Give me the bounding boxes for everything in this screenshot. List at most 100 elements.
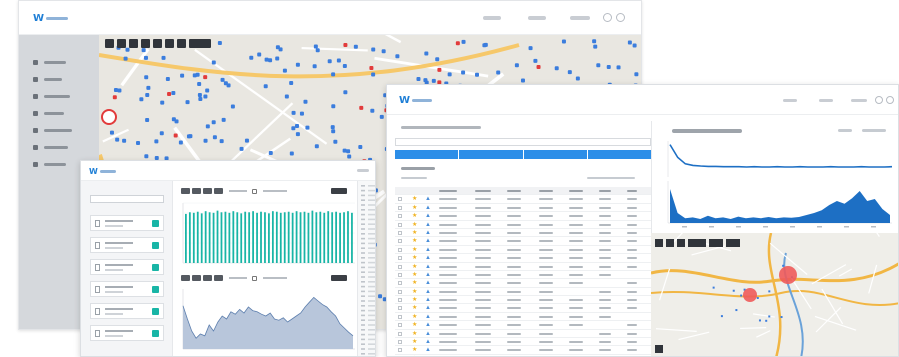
device-card[interactable] — [90, 303, 164, 319]
table-row[interactable]: ★▲ — [395, 288, 651, 297]
row-checkbox[interactable] — [398, 239, 402, 244]
range-button[interactable] — [192, 275, 201, 281]
table-row[interactable]: ★▲ — [395, 204, 651, 213]
map-tool-button[interactable] — [677, 239, 685, 247]
sidebar-item[interactable] — [33, 94, 70, 99]
pagination[interactable] — [587, 177, 635, 179]
column-header[interactable] — [507, 190, 521, 192]
row-checkbox[interactable] — [398, 264, 402, 269]
sidebar-item[interactable] — [33, 60, 66, 65]
star-icon[interactable]: ★ — [412, 289, 417, 295]
panel-action[interactable] — [838, 129, 852, 132]
star-icon[interactable]: ★ — [412, 222, 417, 228]
row-checkbox[interactable] — [398, 222, 402, 227]
row-checkbox[interactable] — [398, 323, 402, 328]
star-icon[interactable]: ★ — [412, 264, 417, 270]
row-checkbox[interactable] — [398, 214, 402, 219]
map-tool-button[interactable] — [177, 39, 186, 48]
nav-link[interactable] — [357, 169, 369, 172]
panel-action[interactable] — [862, 129, 886, 132]
row-checkbox[interactable] — [398, 230, 402, 235]
table-row[interactable]: ★▲ — [395, 229, 651, 238]
tab[interactable] — [587, 150, 651, 159]
row-checkbox[interactable] — [398, 314, 402, 319]
search-input[interactable] — [90, 195, 164, 203]
region-map[interactable] — [650, 208, 898, 356]
brand-logo[interactable]: W — [33, 13, 69, 24]
row-checkbox[interactable] — [398, 331, 402, 336]
star-icon[interactable]: ★ — [412, 280, 417, 286]
zoom-button[interactable] — [655, 345, 663, 353]
nav-link[interactable] — [851, 99, 867, 102]
profile-icon[interactable] — [616, 13, 625, 22]
apply-button[interactable] — [331, 188, 347, 194]
filter-input[interactable] — [395, 138, 651, 146]
star-icon[interactable]: ★ — [412, 339, 417, 345]
sidebar-item[interactable] — [33, 111, 64, 116]
row-checkbox[interactable] — [398, 272, 402, 277]
star-icon[interactable]: ★ — [412, 322, 417, 328]
row-checkbox[interactable] — [398, 256, 402, 261]
calendar-icon[interactable] — [252, 188, 257, 194]
column-header[interactable] — [439, 190, 457, 192]
column-header[interactable] — [599, 190, 611, 192]
settings-icon[interactable] — [603, 13, 612, 22]
nav-link[interactable] — [528, 16, 546, 20]
apply-button[interactable] — [331, 275, 347, 281]
star-icon[interactable]: ★ — [412, 247, 417, 253]
row-checkbox[interactable] — [398, 197, 402, 202]
table-row[interactable]: ★▲ — [395, 296, 651, 305]
star-icon[interactable]: ★ — [412, 196, 417, 202]
profile-icon[interactable] — [886, 96, 894, 104]
brand-logo[interactable]: W — [89, 167, 116, 176]
range-button[interactable] — [192, 188, 201, 194]
table-row[interactable]: ★▲ — [395, 254, 651, 263]
table-row[interactable]: ★▲ — [395, 330, 651, 339]
column-header[interactable] — [627, 190, 637, 192]
row-checkbox[interactable] — [398, 306, 402, 311]
star-icon[interactable]: ★ — [412, 205, 417, 211]
column-header[interactable] — [569, 190, 583, 192]
row-checkbox[interactable] — [398, 289, 402, 294]
map-tool-button[interactable] — [141, 39, 150, 48]
range-button[interactable] — [203, 275, 212, 281]
row-checkbox[interactable] — [398, 247, 402, 252]
map-tool-button[interactable] — [105, 39, 114, 48]
table-row[interactable]: ★▲ — [395, 246, 651, 255]
table-row[interactable]: ★▲ — [395, 271, 651, 280]
star-icon[interactable]: ★ — [412, 347, 417, 353]
column-header[interactable] — [539, 190, 553, 192]
device-card[interactable] — [90, 215, 164, 231]
tab[interactable] — [459, 150, 523, 159]
settings-icon[interactable] — [875, 96, 883, 104]
table-row[interactable]: ★▲ — [395, 212, 651, 221]
table-row[interactable]: ★▲ — [395, 304, 651, 313]
sidebar-item[interactable] — [33, 77, 62, 82]
range-button[interactable] — [214, 275, 223, 281]
map-tool-button[interactable] — [117, 39, 126, 48]
range-button[interactable] — [181, 275, 190, 281]
star-icon[interactable]: ★ — [412, 230, 417, 236]
row-checkbox[interactable] — [398, 348, 402, 353]
row-checkbox[interactable] — [398, 205, 402, 210]
table-row[interactable]: ★▲ — [395, 338, 651, 347]
table-row[interactable]: ★▲ — [395, 313, 651, 322]
map-tool-button[interactable] — [709, 239, 723, 247]
nav-link[interactable] — [819, 99, 833, 102]
map-tool-button[interactable] — [129, 39, 138, 48]
nav-link[interactable] — [570, 16, 590, 20]
star-icon[interactable]: ★ — [412, 305, 417, 311]
sidebar-item[interactable] — [33, 162, 66, 167]
range-button[interactable] — [181, 188, 190, 194]
row-checkbox[interactable] — [398, 281, 402, 286]
nav-link[interactable] — [483, 16, 501, 20]
map-tool-button[interactable] — [726, 239, 740, 247]
table-row[interactable]: ★▲ — [395, 346, 651, 355]
range-button[interactable] — [214, 188, 223, 194]
device-card[interactable] — [90, 281, 164, 297]
star-icon[interactable]: ★ — [412, 213, 417, 219]
nav-link[interactable] — [783, 99, 797, 102]
table-row[interactable]: ★▲ — [395, 279, 651, 288]
map-tool-button[interactable] — [655, 239, 663, 247]
table-row[interactable]: ★▲ — [395, 321, 651, 330]
